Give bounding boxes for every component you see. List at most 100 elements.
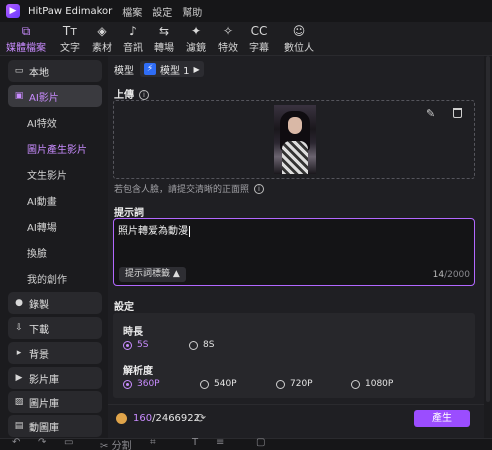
settings-section-title: 設定 <box>114 302 134 313</box>
edit-toolbar: ↶ ↷ ▭ ✂ 分割 ⌗ T ≡ ▢ <box>0 437 492 450</box>
undo-icon[interactable]: ↶ <box>12 437 20 448</box>
sidebar-item-local[interactable]: ▭ 本地 <box>8 60 102 82</box>
app-title: HitPaw Edimakor <box>28 5 113 17</box>
resolution-option-1080p[interactable]: 1080P <box>351 379 393 389</box>
digital-human-icon: ☺ <box>292 24 306 38</box>
thumbnail-dress <box>282 141 308 174</box>
sidebar-sub-image-to-video[interactable]: 圖片產生影片 <box>27 141 87 156</box>
uploaded-image-thumbnail <box>274 105 316 174</box>
duration-option-8s[interactable]: 8S <box>189 340 214 350</box>
title-bar: ▶ HitPaw Edimakor 檔案 設定 幫助 <box>0 0 492 22</box>
resolution-option-720p[interactable]: 720P <box>276 379 313 389</box>
sidebar-sub-text-to-video[interactable]: 文生影片 <box>27 167 67 182</box>
audio-icon: ♪ <box>129 24 137 38</box>
ai-video-icon: ▣ <box>14 91 24 101</box>
tab-filter[interactable]: ✦ 濾鏡 <box>181 24 211 54</box>
prompt-char-count: 14/2000 <box>432 270 470 280</box>
media-files-icon: ⧉ <box>21 24 31 38</box>
app-logo-icon: ▶ <box>6 4 20 18</box>
resolution-option-540p[interactable]: 540P <box>200 379 237 389</box>
transition-icon: ⇆ <box>158 24 170 38</box>
filter-icon: ✦ <box>190 24 202 38</box>
model-label: 模型 <box>114 65 134 77</box>
radio-unchecked-icon <box>189 340 198 350</box>
menu-help[interactable]: 幫助 <box>182 4 202 19</box>
tab-subtitle[interactable]: CC 字幕 <box>244 24 274 54</box>
sidebar-sub-my-creations[interactable]: 我的創作 <box>27 271 67 286</box>
refresh-icon[interactable]: ⟳ <box>196 411 206 425</box>
sidebar-item-image-library[interactable]: ▨ 圖片庫 <box>8 391 102 413</box>
sidebar-sub-ai-transition[interactable]: AI轉場 <box>27 219 57 234</box>
video-library-icon: ▶ <box>15 373 23 383</box>
lock-icon[interactable]: ▢ <box>256 437 265 448</box>
radio-unchecked-icon <box>276 379 285 389</box>
text-icon: Tт <box>62 24 78 38</box>
audio-adjust-icon[interactable]: ≡ <box>216 437 224 448</box>
assets-icon: ◈ <box>97 24 107 38</box>
radio-unchecked-icon <box>200 379 209 389</box>
tab-media-files[interactable]: ⧉ 媒體檔案 <box>4 24 48 54</box>
sidebar-item-record[interactable]: ● 錄製 <box>8 292 102 314</box>
thumbnail-face <box>288 117 302 134</box>
trash-icon[interactable] <box>453 108 462 118</box>
generate-button[interactable]: 產生 <box>414 410 470 427</box>
sidebar-sub-face-swap[interactable]: 換臉 <box>27 245 47 260</box>
gif-library-icon: ▤ <box>14 421 24 431</box>
radio-checked-icon <box>123 340 132 350</box>
tab-transition[interactable]: ⇆ 轉場 <box>149 24 179 54</box>
model-row: 模型 ⚡ 模型 1 ▶ <box>114 60 204 78</box>
menu-file[interactable]: 檔案 <box>122 4 142 19</box>
radio-checked-icon <box>123 379 132 389</box>
sidebar-sub-ai-effects[interactable]: AI特效 <box>27 115 57 130</box>
sidebar-item-download[interactable]: ⇩ 下載 <box>8 317 102 339</box>
duration-option-5s[interactable]: 5S <box>123 340 148 350</box>
prompt-section-title: 提示詞 <box>114 208 144 219</box>
upload-hint: 若包含人臉，請提交清晰的正面照 i <box>114 182 265 195</box>
redo-icon[interactable]: ↷ <box>38 437 46 448</box>
split-button[interactable]: ✂ 分割 <box>100 437 132 450</box>
settings-panel: 時長 5S 8S 解析度 360P 540P 720P 1080P <box>113 313 475 398</box>
tab-effects[interactable]: ✧ 特效 <box>213 24 243 54</box>
hint-info-icon[interactable]: i <box>254 183 265 194</box>
background-icon: ▸ <box>16 348 22 358</box>
tab-text[interactable]: Tт 文字 <box>55 24 85 54</box>
main-toolbar: ⧉ 媒體檔案 Tт 文字 ◈ 素材 ♪ 音訊 ⇆ 轉場 ✦ 濾鏡 ✧ 特效 CC… <box>0 22 492 56</box>
prompt-text: 照片轉爱為動漫 <box>118 225 190 237</box>
upload-section-title: 上傳 i <box>114 86 149 101</box>
credits-display: 160/2466922 <box>133 413 200 424</box>
tab-audio[interactable]: ♪ 音訊 <box>118 24 148 54</box>
prompt-input[interactable]: 照片轉爱為動漫 提示詞標籤 ▲ 14/2000 <box>113 218 475 286</box>
coin-icon <box>116 413 127 424</box>
effects-icon: ✧ <box>222 24 234 38</box>
crop-icon[interactable]: ⌗ <box>150 437 156 448</box>
model-selector[interactable]: ⚡ 模型 1 ▶ <box>140 61 204 77</box>
folder-icon: ▭ <box>14 66 24 76</box>
resolution-label: 解析度 <box>123 366 153 377</box>
text-tool-icon[interactable]: T <box>192 437 198 448</box>
info-icon[interactable]: i <box>139 90 149 100</box>
sidebar-item-video-library[interactable]: ▶ 影片庫 <box>8 367 102 389</box>
menu-settings[interactable]: 設定 <box>152 4 172 19</box>
sidebar: ▭ 本地 ▣ AI影片 AI特效 圖片產生影片 文生影片 AI動畫 AI轉場 換… <box>0 56 108 450</box>
download-icon: ⇩ <box>15 323 23 333</box>
image-library-icon: ▨ <box>14 397 24 407</box>
prompt-tags-button[interactable]: 提示詞標籤 ▲ <box>119 267 186 282</box>
upload-dropzone[interactable] <box>113 100 475 179</box>
edit-icon[interactable]: ✎ <box>426 107 435 120</box>
resolution-option-360p[interactable]: 360P <box>123 379 160 389</box>
duration-label: 時長 <box>123 327 143 338</box>
lightning-icon: ⚡ <box>144 63 156 75</box>
generate-bar: 160/2466922 ⟳ 產生 <box>108 404 484 432</box>
sidebar-item-background[interactable]: ▸ 背景 <box>8 342 102 364</box>
model-name: 模型 1 <box>160 65 190 77</box>
sidebar-sub-ai-animation[interactable]: AI動畫 <box>27 193 57 208</box>
sidebar-item-gif-library[interactable]: ▤ 動圖庫 <box>8 415 102 437</box>
panel-scrollbar[interactable] <box>486 56 490 402</box>
tab-digital-human[interactable]: ☺ 數位人 <box>281 24 317 54</box>
chevron-right-icon: ▶ <box>193 64 200 74</box>
delete-icon[interactable]: ▭ <box>64 437 73 448</box>
subtitle-icon: CC <box>250 24 268 38</box>
record-icon: ● <box>15 298 23 308</box>
sidebar-item-ai-video[interactable]: ▣ AI影片 <box>8 85 102 107</box>
tab-assets[interactable]: ◈ 素材 <box>87 24 117 54</box>
